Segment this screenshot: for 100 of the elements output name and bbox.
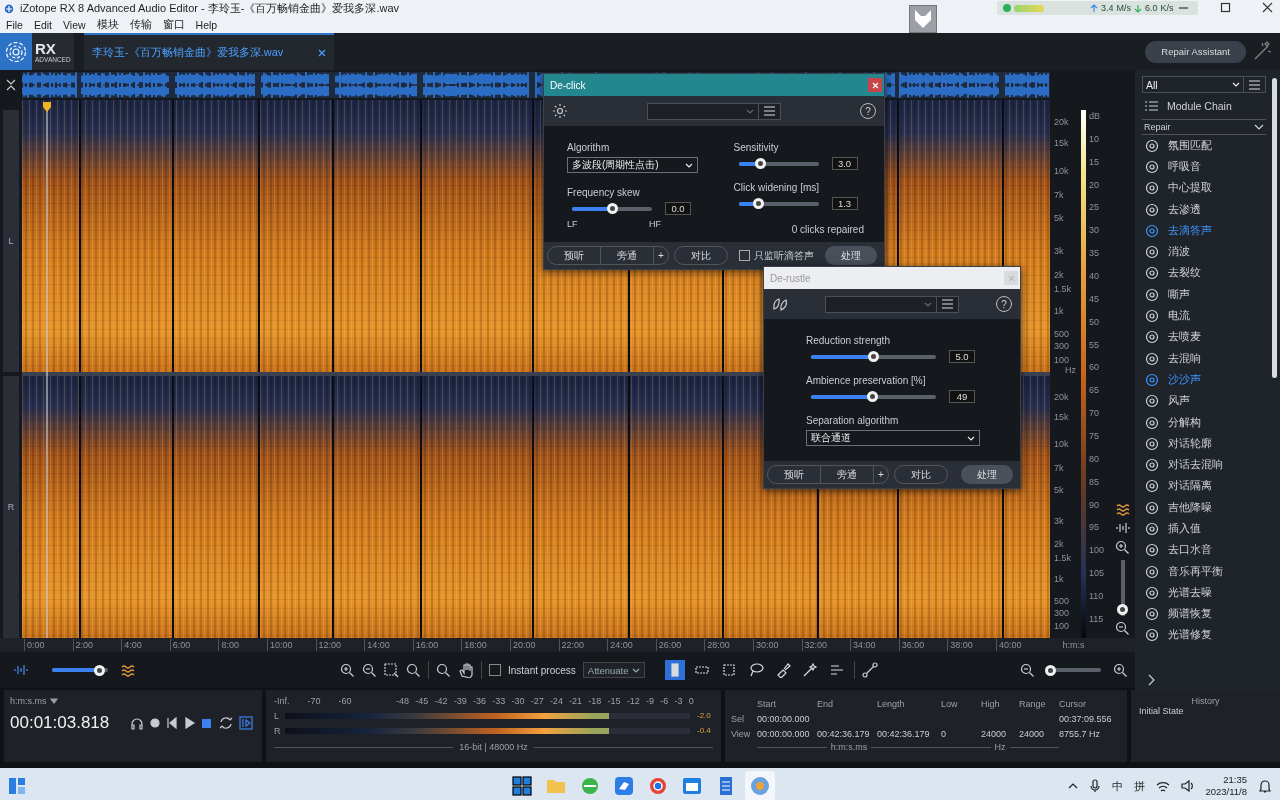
menu-item[interactable]: 传输 bbox=[129, 18, 152, 32]
module-item[interactable]: 呼吸音 bbox=[1142, 156, 1266, 178]
module-item[interactable]: 去裂纹 bbox=[1142, 262, 1266, 285]
checkbox[interactable] bbox=[489, 664, 501, 676]
wifi-icon[interactable] bbox=[1156, 779, 1171, 793]
menu-item[interactable]: File bbox=[6, 19, 23, 31]
play-icon[interactable] bbox=[184, 717, 195, 729]
value-field[interactable]: 5.0 bbox=[949, 350, 975, 363]
node-line-icon[interactable] bbox=[862, 662, 879, 678]
module-item[interactable]: 去喷麦 bbox=[1142, 326, 1266, 348]
module-item[interactable]: 嘶声 bbox=[1142, 284, 1266, 306]
bypass-button[interactable]: 旁通 bbox=[820, 466, 873, 483]
follow-playhead-icon[interactable] bbox=[239, 716, 253, 730]
bell-icon[interactable] bbox=[1258, 779, 1272, 793]
zoom-fit-icon[interactable] bbox=[406, 662, 421, 678]
zoom-in-icon[interactable] bbox=[340, 662, 355, 678]
stop-icon[interactable] bbox=[201, 717, 212, 729]
process-button[interactable]: 处理 bbox=[961, 465, 1013, 484]
module-item[interactable]: 消波 bbox=[1142, 241, 1266, 263]
module-item[interactable]: 去口水音 bbox=[1142, 539, 1266, 561]
channel-strip[interactable]: R bbox=[3, 376, 19, 638]
menu-item[interactable]: 窗口 bbox=[162, 18, 185, 32]
zoom-out-icon[interactable] bbox=[362, 662, 377, 678]
module-chain-button[interactable]: Module Chain bbox=[1142, 93, 1266, 119]
algorithm-dropdown[interactable]: 多波段(周期性点击) bbox=[567, 157, 698, 173]
preview-button[interactable]: 预听 bbox=[768, 466, 820, 483]
module-item[interactable]: 去混响 bbox=[1142, 347, 1266, 370]
checkbox[interactable] bbox=[738, 250, 750, 261]
history-item[interactable]: Initial State bbox=[1139, 706, 1272, 716]
zoom-selection-icon[interactable] bbox=[384, 662, 399, 678]
close-icon[interactable] bbox=[318, 48, 326, 57]
module-item[interactable]: 沙沙声 bbox=[1142, 369, 1266, 391]
slider-thumb[interactable] bbox=[866, 391, 878, 402]
module-item[interactable]: 对话隔离 bbox=[1142, 475, 1266, 498]
module-item[interactable]: 去滴答声 bbox=[1142, 220, 1266, 242]
close-button[interactable] bbox=[868, 78, 882, 92]
record-icon[interactable] bbox=[150, 718, 160, 728]
algorithm-dropdown[interactable]: 联合通道 bbox=[806, 430, 980, 446]
playhead[interactable] bbox=[42, 100, 52, 638]
add-button[interactable]: + bbox=[873, 466, 888, 483]
repair-assistant-button[interactable]: Repair Assistant bbox=[1145, 40, 1246, 63]
module-item[interactable]: 风声 bbox=[1142, 390, 1266, 412]
zoom-in-icon[interactable] bbox=[1115, 540, 1130, 555]
add-button[interactable]: + bbox=[653, 247, 668, 264]
menu-item[interactable]: 模块 bbox=[96, 18, 119, 32]
channel-strip[interactable]: L bbox=[3, 110, 19, 372]
headphones-icon[interactable] bbox=[130, 716, 144, 730]
preview-button[interactable]: 预听 bbox=[548, 247, 600, 264]
widgets-icon[interactable] bbox=[8, 777, 26, 795]
module-item[interactable]: 电流 bbox=[1142, 305, 1266, 327]
fox-icon[interactable] bbox=[909, 5, 937, 33]
module-item[interactable]: 吉他降噪 bbox=[1142, 497, 1266, 519]
zoom-icon[interactable] bbox=[436, 662, 451, 678]
caret-icon[interactable] bbox=[49, 698, 58, 704]
menu-item[interactable]: Edit bbox=[33, 19, 52, 31]
slider-thumb[interactable] bbox=[754, 158, 766, 169]
value-field[interactable]: 3.0 bbox=[831, 157, 858, 170]
zoom-out-icon[interactable] bbox=[1115, 621, 1130, 636]
file-tab[interactable]: 李玲玉-《百万畅销金曲》爱我多深.wav bbox=[84, 33, 334, 70]
menu-item[interactable]: Help bbox=[195, 19, 218, 31]
value-field[interactable]: 0.0 bbox=[665, 202, 691, 215]
waves-icon[interactable] bbox=[1114, 502, 1131, 516]
volume-icon[interactable] bbox=[1181, 779, 1195, 793]
module-item[interactable]: 音乐再平衡 bbox=[1142, 560, 1266, 583]
module-item[interactable]: 光谱去噪 bbox=[1142, 582, 1266, 604]
value-field[interactable]: 49 bbox=[949, 390, 975, 403]
slider-thumb[interactable] bbox=[1117, 604, 1128, 616]
module-item[interactable]: 频谱恢复 bbox=[1142, 603, 1266, 625]
module-item[interactable]: 去渗透 bbox=[1142, 198, 1266, 221]
waveform-icon[interactable] bbox=[13, 663, 29, 677]
close-icon[interactable] bbox=[1262, 2, 1273, 13]
skip-back-icon[interactable] bbox=[166, 717, 178, 729]
bypass-button[interactable]: 旁通 bbox=[600, 247, 653, 264]
zoom-out-icon[interactable] bbox=[1020, 662, 1035, 678]
slider-thumb[interactable] bbox=[94, 664, 106, 676]
input-method[interactable]: 拼 bbox=[1134, 778, 1146, 794]
time-format-selector[interactable]: h:m:s.ms bbox=[10, 696, 47, 706]
chevron-right-icon[interactable] bbox=[1147, 674, 1156, 686]
menu-button[interactable] bbox=[759, 102, 781, 120]
module-item[interactable]: 氛围匹配 bbox=[1142, 135, 1266, 157]
process-button[interactable]: 处理 bbox=[825, 246, 877, 265]
menu-item[interactable]: View bbox=[63, 19, 86, 31]
module-item[interactable]: 插入值 bbox=[1142, 518, 1266, 540]
slider-thumb[interactable] bbox=[753, 198, 765, 209]
microphone-icon[interactable] bbox=[1089, 779, 1102, 793]
chevron-up-icon[interactable] bbox=[1068, 782, 1079, 790]
module-item[interactable]: 对话轮廓 bbox=[1142, 433, 1266, 455]
input-mode[interactable]: 中 bbox=[1112, 778, 1124, 794]
maximize-icon[interactable] bbox=[1220, 2, 1231, 13]
waves-icon[interactable] bbox=[120, 663, 136, 677]
collapse-icon[interactable] bbox=[5, 78, 17, 92]
menu-button[interactable] bbox=[937, 295, 959, 313]
clock[interactable]: 21:35 2023/11/8 bbox=[1205, 774, 1247, 798]
waveform-icon[interactable] bbox=[1114, 521, 1131, 535]
loop-icon[interactable] bbox=[218, 716, 233, 730]
category-dropdown[interactable]: Repair bbox=[1142, 119, 1266, 135]
module-item[interactable]: 中心提取 bbox=[1142, 177, 1266, 199]
slider-thumb[interactable] bbox=[868, 351, 879, 362]
slider-thumb[interactable] bbox=[1044, 664, 1056, 676]
module-item[interactable]: 对话去混响 bbox=[1142, 454, 1266, 476]
